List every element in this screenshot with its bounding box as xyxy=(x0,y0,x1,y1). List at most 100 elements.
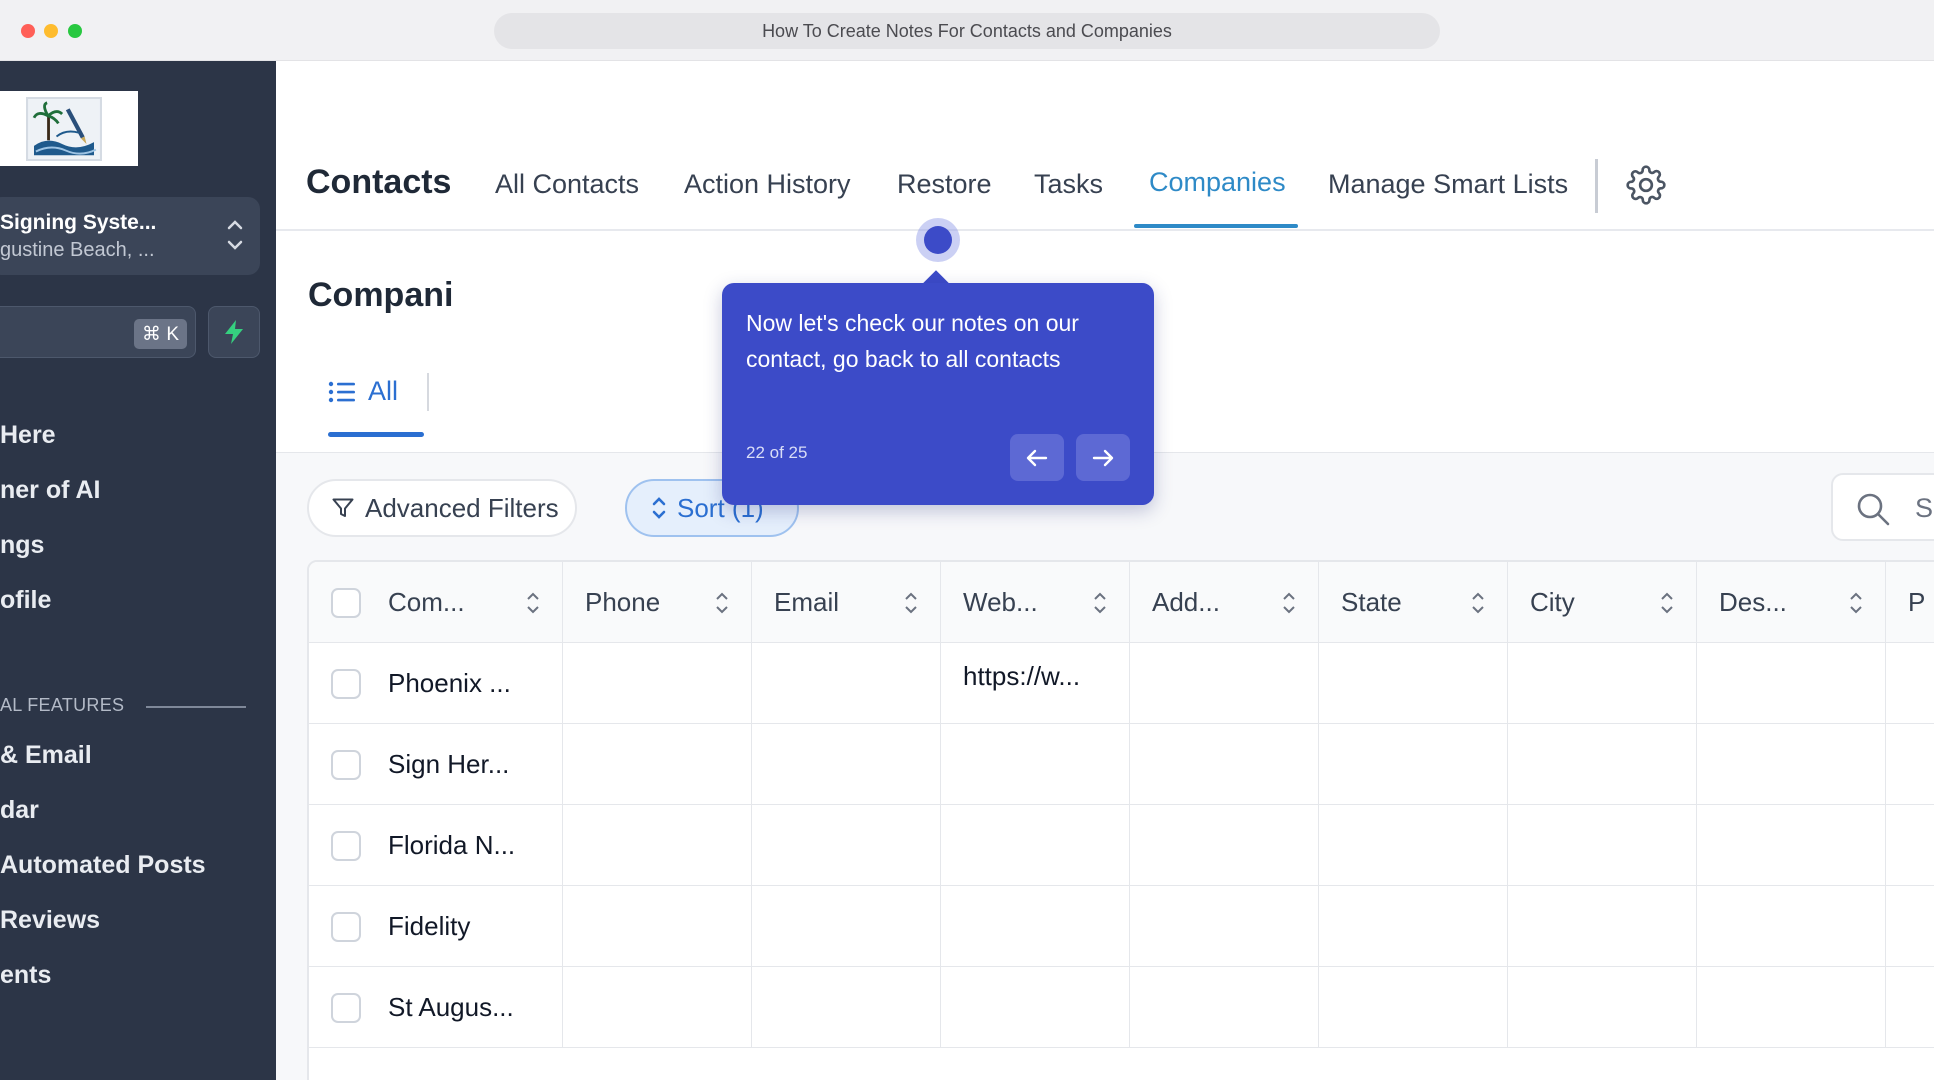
sidebar-item-email[interactable]: & Email xyxy=(0,741,92,770)
column-header-partial[interactable]: P xyxy=(1886,562,1934,643)
tab-all-contacts[interactable]: All Contacts xyxy=(495,169,639,200)
filter-icon xyxy=(332,498,354,517)
sort-icon xyxy=(1283,592,1295,614)
arrow-right-icon xyxy=(1092,449,1114,466)
quick-actions-button[interactable] xyxy=(208,306,260,358)
state-cell xyxy=(1319,805,1508,886)
table-row[interactable]: Sign Her... xyxy=(309,724,1934,805)
column-header-state[interactable]: State xyxy=(1319,562,1508,643)
column-header-company[interactable]: Com... xyxy=(382,562,563,643)
gear-icon[interactable] xyxy=(1626,165,1666,205)
column-label: Web... xyxy=(963,587,1038,617)
column-label: City xyxy=(1530,587,1575,617)
table-row[interactable]: Phoenix ... https://w... xyxy=(309,643,1934,724)
sidebar-item-settings[interactable]: ngs xyxy=(0,531,44,560)
description-cell xyxy=(1697,886,1886,967)
sidebar-item-reviews[interactable]: Reviews xyxy=(0,906,100,935)
column-header-email[interactable]: Email xyxy=(752,562,941,643)
row-checkbox[interactable] xyxy=(331,911,361,942)
column-header-website[interactable]: Web... xyxy=(941,562,1130,643)
lightning-bolt-icon xyxy=(225,320,243,344)
tab-manage-smart-lists[interactable]: Manage Smart Lists xyxy=(1328,169,1568,200)
row-checkbox[interactable] xyxy=(331,992,361,1023)
city-cell xyxy=(1508,643,1697,724)
select-all-checkbox[interactable] xyxy=(331,587,361,618)
main-content: Contacts All Contacts Action History Res… xyxy=(276,61,1934,1080)
subtab-all-label: All xyxy=(368,376,399,406)
website-cell[interactable]: https://w... xyxy=(941,643,1130,724)
sidebar-item-calendar[interactable]: dar xyxy=(0,796,39,825)
email-cell xyxy=(752,886,941,967)
city-cell xyxy=(1508,886,1697,967)
arrow-left-icon xyxy=(1026,449,1048,466)
table-row[interactable]: St Augus... xyxy=(309,967,1934,1048)
website-cell xyxy=(941,805,1130,886)
company-logo xyxy=(26,97,102,161)
tour-beacon[interactable] xyxy=(924,226,952,254)
tab-companies[interactable]: Companies xyxy=(1149,167,1286,198)
column-header-address[interactable]: Add... xyxy=(1130,562,1319,643)
description-cell xyxy=(1697,967,1886,1048)
company-name-cell[interactable]: St Augus... xyxy=(382,967,563,1048)
tab-action-history[interactable]: Action History xyxy=(684,169,851,200)
sort-icon xyxy=(1094,592,1106,614)
tooltip-next-button[interactable] xyxy=(1076,434,1130,481)
close-window-button[interactable] xyxy=(21,24,35,38)
table-search-input[interactable]: S xyxy=(1831,473,1934,541)
nav-divider xyxy=(1595,159,1598,213)
sidebar-search-input[interactable]: ⌘ K xyxy=(0,306,196,358)
column-label: P xyxy=(1908,587,1926,617)
minimize-window-button[interactable] xyxy=(44,24,58,38)
table-row[interactable]: Florida N... xyxy=(309,805,1934,886)
state-cell xyxy=(1319,724,1508,805)
page-title: Contacts xyxy=(306,163,452,201)
tab-tasks[interactable]: Tasks xyxy=(1034,169,1103,200)
column-label: Des... xyxy=(1719,587,1787,617)
column-header-phone[interactable]: Phone xyxy=(563,562,752,643)
subtab-indicator xyxy=(328,432,424,437)
sidebar-item-payments[interactable]: ents xyxy=(0,961,51,990)
tooltip-prev-button[interactable] xyxy=(1010,434,1064,481)
top-navigation: Contacts All Contacts Action History Res… xyxy=(276,61,1934,231)
company-name-cell[interactable]: Phoenix ... xyxy=(382,643,563,724)
sidebar-item-launchpad[interactable]: Here xyxy=(0,421,56,450)
sort-icon xyxy=(527,592,539,614)
company-name-cell[interactable]: Florida N... xyxy=(382,805,563,886)
row-checkbox[interactable] xyxy=(331,749,361,780)
address-cell xyxy=(1130,643,1319,724)
row-checkbox[interactable] xyxy=(331,830,361,861)
address-bar[interactable]: How To Create Notes For Contacts and Com… xyxy=(494,13,1440,49)
column-header-description[interactable]: Des... xyxy=(1697,562,1886,643)
maximize-window-button[interactable] xyxy=(68,24,82,38)
advanced-filters-label: Advanced Filters xyxy=(365,492,559,523)
sort-icon xyxy=(716,592,728,614)
account-switcher[interactable]: Signing Syste... gustine Beach, ... xyxy=(0,197,260,275)
tab-restore[interactable]: Restore xyxy=(897,169,992,200)
row-select-cell xyxy=(309,643,382,724)
tooltip-step-counter: 22 of 25 xyxy=(746,443,808,462)
column-label: Com... xyxy=(388,587,465,617)
column-header-city[interactable]: City xyxy=(1508,562,1697,643)
state-cell xyxy=(1319,886,1508,967)
sidebar-item-automated-posts[interactable]: Automated Posts xyxy=(0,851,206,880)
sort-icon xyxy=(1472,592,1484,614)
app-window: How To Create Notes For Contacts and Com… xyxy=(0,0,1934,1080)
section-divider xyxy=(146,706,246,708)
column-label: Phone xyxy=(585,587,661,617)
company-name-cell[interactable]: Sign Her... xyxy=(382,724,563,805)
advanced-filters-button[interactable]: Advanced Filters xyxy=(307,479,577,537)
partial-cell xyxy=(1886,805,1934,886)
sidebar-item-profile[interactable]: ofile xyxy=(0,586,51,615)
row-checkbox[interactable] xyxy=(331,668,361,699)
email-cell xyxy=(752,724,941,805)
email-cell xyxy=(752,805,941,886)
description-cell xyxy=(1697,724,1886,805)
table-row[interactable]: Fidelity xyxy=(309,886,1934,967)
phone-cell xyxy=(563,643,752,724)
sidebar-item-ai[interactable]: ner of AI xyxy=(0,476,100,505)
phone-cell xyxy=(563,886,752,967)
company-name-cell[interactable]: Fidelity xyxy=(382,886,563,967)
phone-cell xyxy=(563,724,752,805)
website-cell xyxy=(941,967,1130,1048)
subtab-all[interactable]: All xyxy=(328,376,398,407)
